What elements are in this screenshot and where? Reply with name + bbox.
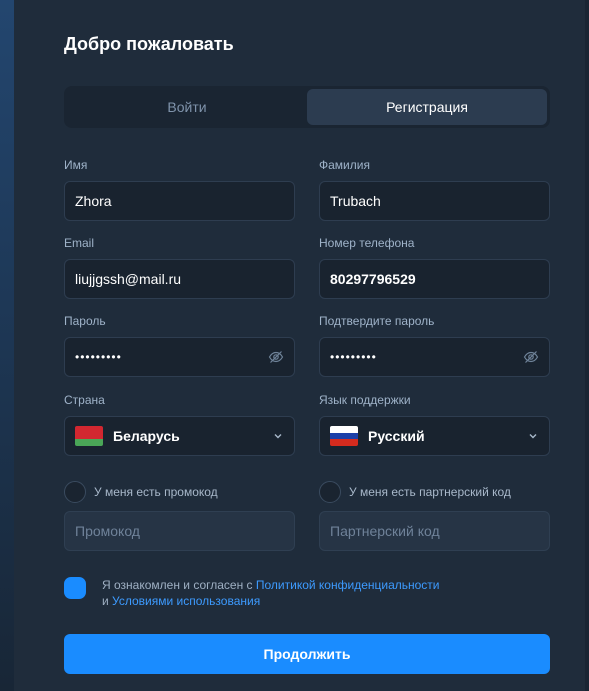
- consent-text-part-2: и: [102, 594, 113, 608]
- consent-row: Я ознакомлен и согласен с Политикой конф…: [64, 577, 440, 609]
- email-value: liujjgssh@mail.ru: [75, 271, 182, 287]
- promo-code-placeholder: Промокод: [75, 523, 140, 539]
- promo-checkbox[interactable]: [64, 481, 86, 503]
- password-value: •••••••••: [75, 350, 122, 364]
- email-field[interactable]: liujjgssh@mail.ru: [64, 259, 295, 299]
- support-language-select[interactable]: Русский: [319, 416, 550, 456]
- tab-registration[interactable]: Регистрация: [307, 89, 547, 125]
- password-label: Пароль: [64, 314, 106, 328]
- first-name-field[interactable]: Zhora: [64, 181, 295, 221]
- auth-tabs: Войти Регистрация: [64, 86, 550, 128]
- consent-text-part-1: Я ознакомлен и согласен с: [102, 578, 256, 592]
- partner-checkbox[interactable]: [319, 481, 341, 503]
- country-value: Беларусь: [113, 428, 180, 444]
- partner-checkbox-label: У меня есть партнерский код: [349, 485, 511, 499]
- country-select[interactable]: Беларусь: [64, 416, 295, 456]
- partner-checkbox-row[interactable]: У меня есть партнерский код: [319, 481, 511, 503]
- eye-off-icon[interactable]: [268, 349, 284, 365]
- privacy-policy-link[interactable]: Политикой конфиденциальности: [256, 578, 440, 592]
- promo-checkbox-row[interactable]: У меня есть промокод: [64, 481, 218, 503]
- email-label: Email: [64, 236, 95, 250]
- promo-checkbox-label: У меня есть промокод: [94, 485, 218, 499]
- background-strip-right: [585, 0, 589, 691]
- flag-belarus-icon: [75, 426, 103, 446]
- terms-of-use-link[interactable]: Условиями использования: [112, 594, 260, 608]
- phone-field[interactable]: 80297796529: [319, 259, 550, 299]
- continue-button[interactable]: Продолжить: [64, 634, 550, 674]
- last-name-field[interactable]: Trubach: [319, 181, 550, 221]
- eye-off-icon[interactable]: [523, 349, 539, 365]
- password-confirm-label: Подтвердите пароль: [319, 314, 435, 328]
- partner-code-placeholder: Партнерский код: [330, 523, 440, 539]
- support-language-value: Русский: [368, 428, 425, 444]
- country-label: Страна: [64, 393, 105, 407]
- phone-value: 80297796529: [330, 271, 416, 287]
- background-strip-left: [0, 0, 14, 691]
- flag-russia-icon: [330, 426, 358, 446]
- password-field[interactable]: •••••••••: [64, 337, 295, 377]
- chevron-down-icon: [529, 434, 537, 439]
- tab-login[interactable]: Войти: [67, 89, 307, 125]
- phone-label: Номер телефона: [319, 236, 415, 250]
- consent-text: Я ознакомлен и согласен с Политикой конф…: [102, 577, 440, 609]
- page-title: Добро пожаловать: [64, 34, 234, 54]
- last-name-label: Фамилия: [319, 158, 370, 172]
- support-language-label: Язык поддержки: [319, 393, 411, 407]
- first-name-value: Zhora: [75, 193, 112, 209]
- last-name-value: Trubach: [330, 193, 381, 209]
- password-confirm-field[interactable]: •••••••••: [319, 337, 550, 377]
- password-confirm-value: •••••••••: [330, 350, 377, 364]
- first-name-label: Имя: [64, 158, 88, 172]
- promo-code-input[interactable]: Промокод: [64, 511, 295, 551]
- partner-code-input[interactable]: Партнерский код: [319, 511, 550, 551]
- chevron-down-icon: [274, 434, 282, 439]
- registration-page: Добро пожаловать Войти Регистрация Имя Z…: [0, 0, 589, 691]
- consent-checkbox[interactable]: [64, 577, 86, 599]
